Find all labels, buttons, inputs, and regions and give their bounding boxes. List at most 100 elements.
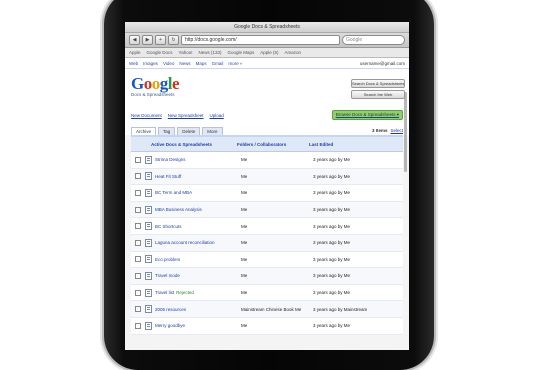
gbar-link-news[interactable]: News <box>179 61 190 66</box>
reload-icon[interactable]: ↻ <box>168 35 179 45</box>
document-icon <box>145 238 152 247</box>
document-name[interactable]: BC Shortcuts <box>155 224 241 229</box>
document-icon <box>145 155 152 164</box>
bookmark-item[interactable]: Google Maps <box>227 48 254 57</box>
document-name[interactable]: Strima Designs <box>155 157 241 162</box>
gbar-link-images[interactable]: Images <box>143 61 158 66</box>
document-date: 3 years ago by Me <box>313 173 351 179</box>
document-name[interactable]: MBA Business Analysis <box>155 207 241 212</box>
table-row[interactable]: Eco problem Me 3 years ago by Me <box>131 251 403 269</box>
document-icon <box>145 305 152 314</box>
table-row[interactable]: Merry goodbye Me 3 years ago by Me <box>131 317 403 335</box>
gbar-link-more[interactable]: more » <box>228 61 242 66</box>
table-row[interactable]: 2006 resources Mainstream Chinese Book Me… <box>131 301 403 318</box>
bookmark-item[interactable]: Google Docs <box>147 48 173 57</box>
back-arrow-icon[interactable]: ◀ <box>129 35 140 45</box>
google-logo[interactable]: Google Docs & Spreadsheets <box>131 75 180 105</box>
document-folders: Me <box>241 173 248 179</box>
table-row[interactable]: Travel list Rejected Me 3 years ago by Me <box>131 284 403 302</box>
tab-tag[interactable]: Tag <box>158 127 176 135</box>
document-name[interactable]: Travel mode <box>155 273 241 278</box>
row-checkbox[interactable] <box>135 272 141 279</box>
document-name[interactable]: 2006 resources <box>155 307 241 312</box>
document-icon <box>145 271 152 280</box>
bookmark-item[interactable]: Yahoo! <box>179 48 193 57</box>
column-header-name[interactable]: Active Docs & Spreadsheets <box>151 142 237 147</box>
document-folders: Me <box>241 190 248 196</box>
add-bookmark-icon[interactable]: + <box>155 35 166 45</box>
address-bar[interactable]: http://docs.google.com/ <box>181 35 340 45</box>
document-name[interactable]: Laguna account reconciliation <box>155 240 241 245</box>
table-row[interactable]: MBA Business Analysis Me 3 years ago by Me <box>131 201 403 219</box>
document-icon <box>145 255 152 264</box>
upload-link[interactable]: Upload <box>210 113 224 118</box>
column-header-folders[interactable]: Folders / Collaborators <box>237 142 309 147</box>
table-row[interactable]: BC Term and MBA Me 3 years ago by Me <box>131 185 403 202</box>
tab-delete[interactable]: Delete <box>177 127 201 135</box>
gbar-link-maps[interactable]: Maps <box>196 61 207 66</box>
tab-more[interactable]: More <box>202 127 223 135</box>
new-document-link[interactable]: New Document <box>131 113 162 118</box>
document-date: 3 years ago by Me <box>313 323 351 329</box>
column-header-date[interactable]: Last Edited <box>309 142 403 147</box>
document-icon <box>145 188 152 197</box>
document-folders: Me <box>241 207 248 213</box>
page-header: Google Docs & Spreadsheets Search Docs &… <box>125 69 409 107</box>
document-date: 3 years ago by Me <box>313 223 351 229</box>
table-row[interactable]: Travel mode Me 3 years ago by Me <box>131 268 403 285</box>
row-checkbox[interactable] <box>135 256 141 263</box>
action-bar: New Document New Spreadsheet Upload Brow… <box>125 107 409 123</box>
select-link[interactable]: Select <box>390 128 403 133</box>
document-folders: Me <box>241 157 248 163</box>
row-checkbox[interactable] <box>135 189 141 196</box>
table-row[interactable]: Strima Designs Me 3 years ago by Me <box>131 152 403 169</box>
forward-arrow-icon[interactable]: ▶ <box>142 35 153 45</box>
document-date: 3 years ago by Me <box>313 256 351 262</box>
row-checkbox[interactable] <box>135 223 141 230</box>
document-icon <box>145 222 152 231</box>
table-row[interactable]: Heat Fit Stuff Me 3 years ago by Me <box>131 168 403 186</box>
logo-subtitle: Docs & Spreadsheets <box>131 92 175 97</box>
gbar-link-gmail[interactable]: Gmail <box>212 61 224 66</box>
google-bar: Web Images Video News Maps Gmail more » … <box>125 58 409 69</box>
row-checkbox[interactable] <box>135 173 141 180</box>
document-name[interactable]: Heat Fit Stuff <box>155 174 241 179</box>
row-checkbox[interactable] <box>135 322 141 329</box>
search-docs-button[interactable]: Search Docs & Spreadsheets <box>351 79 405 88</box>
table-row[interactable]: Laguna account reconciliation Me 3 years a… <box>131 234 403 252</box>
row-checkbox[interactable] <box>135 239 141 246</box>
search-field[interactable]: Google <box>342 35 405 45</box>
row-checkbox[interactable] <box>135 306 141 313</box>
document-name[interactable]: Eco problem <box>155 257 241 262</box>
document-folders: Mainstream Chinese Book Me <box>241 306 302 312</box>
browser-toolbar: ◀ ▶ + ↻ http://docs.google.com/ Google <box>125 33 409 48</box>
row-checkbox[interactable] <box>135 156 141 163</box>
document-name[interactable]: Merry goodbye <box>155 323 241 328</box>
bookmark-item[interactable]: Apple (5) <box>260 48 278 57</box>
document-folders: Me <box>241 256 248 262</box>
search-web-button[interactable]: Search the Web <box>351 90 405 99</box>
document-name[interactable]: Travel list Rejected <box>155 290 241 295</box>
document-icon <box>145 172 152 181</box>
row-checkbox[interactable] <box>135 289 141 296</box>
document-folders: Me <box>241 223 248 229</box>
bookmark-item[interactable]: News (133) <box>198 48 221 57</box>
account-email[interactable]: username@gmail.com <box>360 61 405 66</box>
document-date: 3 years ago by Me <box>313 273 351 279</box>
scrollbar[interactable] <box>404 92 407 172</box>
document-tag: Rejected <box>176 290 194 296</box>
gbar-link-video[interactable]: Video <box>163 61 174 66</box>
row-checkbox[interactable] <box>135 206 141 213</box>
bookmark-item[interactable]: Apple <box>129 48 141 57</box>
gbar-link-web[interactable]: Web <box>129 61 138 66</box>
table-row[interactable]: BC Shortcuts Me 3 years ago by Me <box>131 218 403 235</box>
browse-docs-button[interactable]: Browse Docs & Spreadsheets ▾ <box>331 110 403 120</box>
document-date: 3 years ago by Me <box>313 290 351 296</box>
document-name[interactable]: BC Term and MBA <box>155 190 241 195</box>
bookmark-item[interactable]: Amazon <box>285 48 302 57</box>
document-date: 3 years ago by Me <box>313 240 351 246</box>
document-icon <box>145 288 152 297</box>
document-date: 3 years ago by Me <box>313 157 351 163</box>
new-spreadsheet-link[interactable]: New Spreadsheet <box>168 113 204 118</box>
tab-archive[interactable]: Archive <box>131 127 157 135</box>
